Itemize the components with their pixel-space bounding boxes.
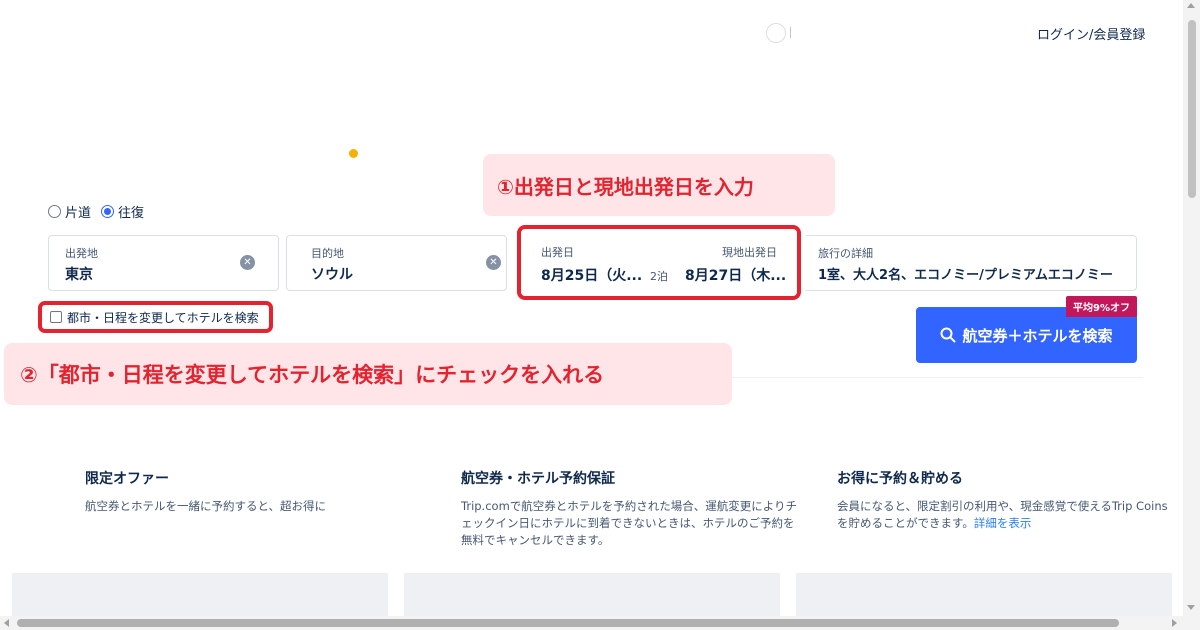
search-button-label: 航空券＋ホテルを検索 [962, 326, 1113, 345]
return-date-value[interactable]: 8月27日（木... [685, 265, 786, 285]
travel-details-label: 旅行の詳細 [818, 247, 873, 260]
feature-title: お得に予約＆貯める [837, 471, 963, 487]
scroll-up-arrow-icon[interactable] [1187, 3, 1195, 8]
one-way-radio[interactable] [48, 205, 61, 218]
departure-city-field[interactable]: 出発地 東京 ✕ [48, 235, 279, 291]
vertical-scroll-thumb[interactable] [1188, 20, 1196, 198]
change-hotel-checkbox[interactable] [50, 311, 62, 323]
travel-details-value: 1室、大人2名、エコノミー/プレミアムエコノミー [818, 268, 1113, 283]
round-trip-radio[interactable] [101, 205, 115, 218]
one-way-option[interactable]: 片道 [48, 202, 91, 221]
date-range-field[interactable]: 出発日 現地出発日 8月25日（火... 2泊 8月27日（木... [517, 225, 801, 300]
loading-spinner-icon [766, 23, 786, 43]
clear-destination-icon[interactable]: ✕ [486, 255, 501, 270]
loading-bar [790, 27, 791, 38]
scroll-right-arrow-icon[interactable] [1172, 619, 1177, 627]
depart-date-label: 出発日 [541, 246, 574, 259]
promo-card-placeholder [796, 573, 1172, 618]
feature-limited-offer: 限定オファー 航空券とホテルを一緒に予約すると、超お得に [85, 468, 425, 515]
clear-departure-icon[interactable]: ✕ [240, 255, 255, 270]
feature-text: 航空券とホテルを一緒に予約すると、超お得に [85, 499, 327, 513]
feature-text: Trip.comで航空券とホテルを予約された場合、運航変更によりチェックイン日に… [461, 499, 798, 547]
horizontal-scroll-thumb[interactable] [17, 619, 1119, 627]
callout-step-1: ①出発日と現地出発日を入力 [483, 154, 835, 216]
vertical-scrollbar[interactable] [1183, 0, 1200, 630]
travel-details-field[interactable]: 旅行の詳細 1室、大人2名、エコノミー/プレミアムエコノミー [806, 235, 1137, 291]
departure-city-label: 出発地 [65, 247, 98, 260]
departure-city-value: 東京 [65, 267, 93, 283]
trip-type-selector: 片道 往復 [48, 202, 144, 221]
search-icon [940, 327, 956, 343]
feature-title: 限定オファー [85, 471, 169, 487]
scroll-left-arrow-icon[interactable] [4, 619, 9, 627]
destination-city-label: 目的地 [311, 247, 344, 260]
section-divider [732, 377, 1143, 378]
round-trip-label: 往復 [118, 206, 145, 221]
login-register-link[interactable]: ログイン/会員登録 [1037, 24, 1145, 43]
round-trip-option[interactable]: 往復 [101, 202, 144, 221]
destination-city-value: ソウル [311, 267, 353, 283]
change-hotel-checkbox-row[interactable]: 都市・日程を変更してホテルを検索 [38, 301, 273, 333]
promo-card-placeholder [404, 573, 780, 618]
scroll-down-arrow-icon[interactable] [1187, 605, 1195, 610]
depart-date-value[interactable]: 8月25日（火... [541, 265, 642, 285]
promo-card-placeholder [12, 573, 388, 618]
return-date-label: 現地出発日 [722, 246, 777, 259]
feature-text-block: 会員になると、限定割引の利用や、現金感覚で使えるTrip Coins を貯めるこ… [837, 498, 1177, 532]
destination-city-field[interactable]: 目的地 ソウル ✕ [286, 235, 507, 291]
details-link[interactable]: 詳細を表示 [974, 516, 1032, 530]
feature-booking-guarantee: 航空券・ホテル予約保証 Trip.comで航空券とホテルを予約された場合、運航変… [461, 468, 801, 549]
feature-rewards: お得に予約＆貯める 会員になると、限定割引の利用や、現金感覚で使えるTrip C… [837, 468, 1177, 532]
one-way-label: 片道 [65, 206, 92, 221]
loading-dot [349, 149, 358, 158]
discount-badge: 平均9%オフ [1066, 296, 1137, 317]
callout-step-2: ②「都市・日程を変更してホテルを検索」にチェックを入れる [4, 343, 732, 405]
nights-count: 2泊 [650, 270, 668, 283]
change-hotel-checkbox-label: 都市・日程を変更してホテルを検索 [67, 310, 259, 325]
horizontal-scrollbar[interactable] [0, 616, 1183, 630]
feature-title: 航空券・ホテル予約保証 [461, 471, 615, 487]
